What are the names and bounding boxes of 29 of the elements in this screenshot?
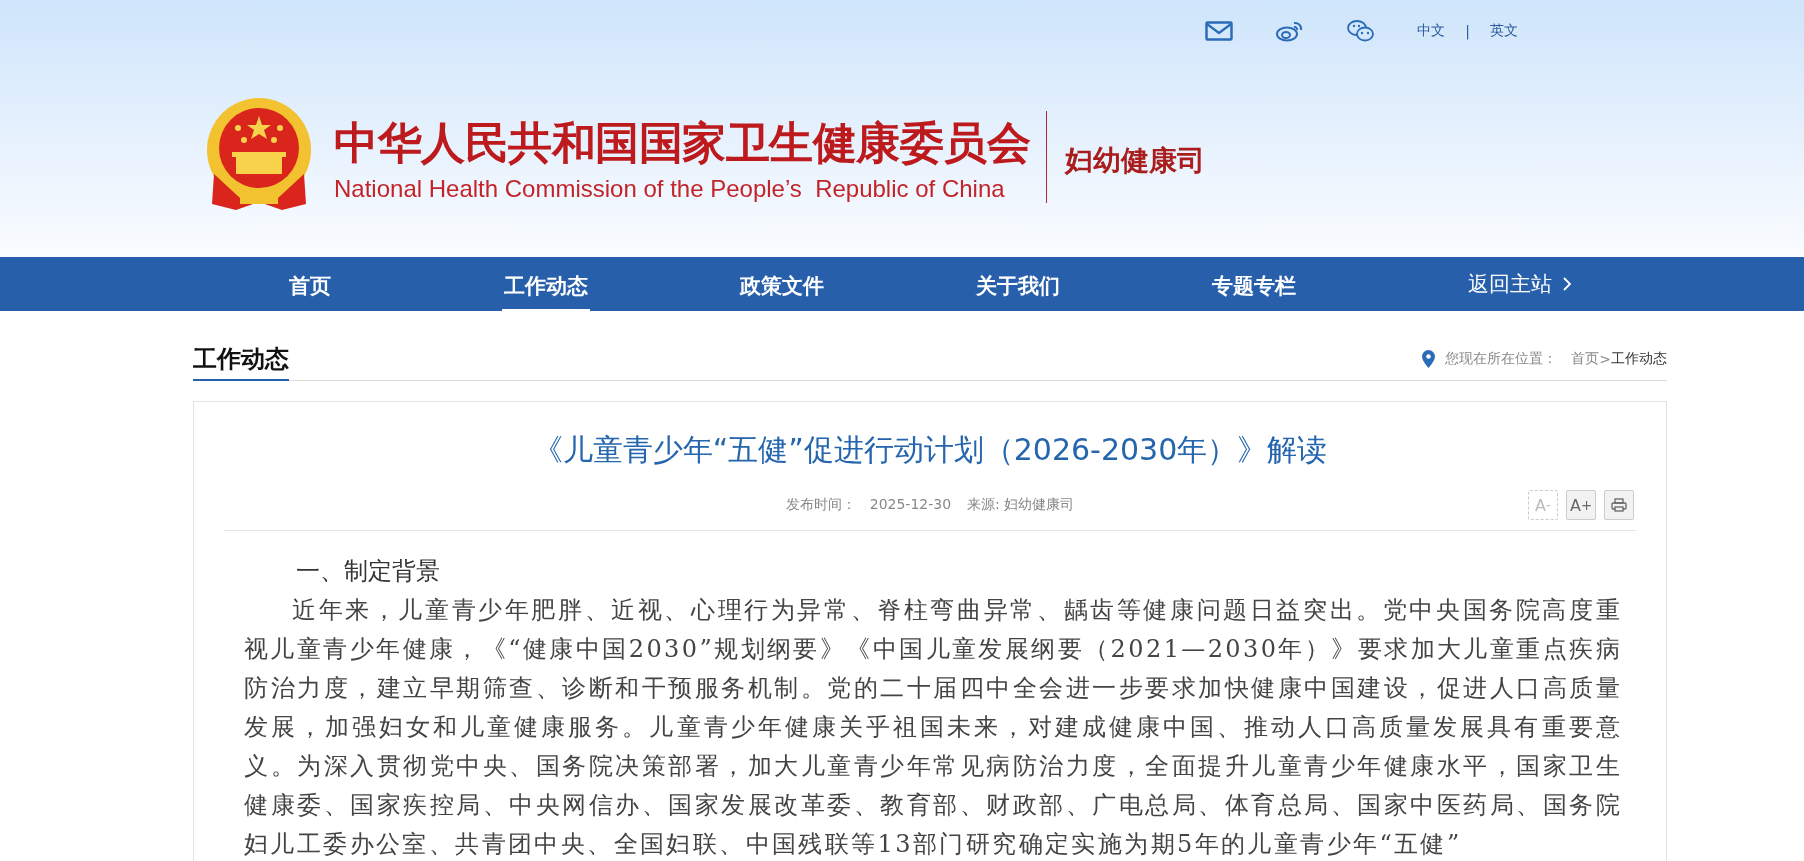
chevron-right-icon <box>1562 276 1572 292</box>
breadcrumb-current: 工作动态 <box>1611 350 1667 368</box>
language-link[interactable]: 中文 <box>1417 22 1446 40</box>
language-link[interactable]: 英文 <box>1490 22 1518 40</box>
nav-tab[interactable]: 关于我们 <box>974 261 1062 311</box>
site-subtitle: National Health Commission of the People’s Republic of China <box>334 175 1006 203</box>
return-link[interactable]: 返回主站 <box>1468 270 1552 298</box>
article-paragraph: 近年来，儿童青少年肥胖、近视、心理行为异常、脊柱弯曲异常、龋齿等健康问题日益突出。党中央国务院高度重视儿童青少年健康，《“健康中国2030”规划纲要》《中国儿童发展纲要（2021—2030年）》要求加大儿童重点疾病防治力度，建立早期筛查、诊断和干预服务机制。党的二十届四中全会进一步要求加快健康中国建设，促进人口高质量发展，加强妇女和儿童健康服务。儿童青少年健康关乎祖国未来，对建成健康中国、推动人口高质量发展具有重要意义。为深入贯彻党中央、国务院决策部署，加大儿童青少年常见病防治力度，全面提升儿童青少年健康水平，国家卫生健康委、国家疾控局、中央网信办、国家发展改革委、教育部、财政部、广电总局、体育总局、国家中医药局、国务院妇儿工委办公室、共青团中央、全国妇联、中国残联等13部门研究确定实施为期5年的儿童青少年“五健” <box>244 595 1622 860</box>
nav-tab[interactable]: 专题专栏 <box>1210 261 1298 311</box>
article-title: 《儿童青少年“五健”促进行动计划（2026-2030年）》解读 <box>531 431 1329 469</box>
separator: | <box>1465 23 1470 39</box>
nav-tab[interactable]: 政策文件 <box>738 261 826 311</box>
publish-date: 2025-12-30 <box>869 496 952 514</box>
article-source: 来源: 妇幼健康司 <box>967 496 1075 514</box>
nav-tab[interactable]: 工作动态 <box>502 261 590 311</box>
printer-icon <box>1611 498 1627 512</box>
breadcrumb-separator: > <box>1599 351 1611 367</box>
breadcrumb-link[interactable]: 首页 <box>1571 350 1600 368</box>
print-button[interactable] <box>1604 490 1634 520</box>
department-name: 妇幼健康司 <box>1065 143 1205 179</box>
location-pin-icon <box>1422 350 1436 368</box>
mail-icon[interactable] <box>1205 21 1234 41</box>
site-title: 中华人民共和国国家卫生健康委员会 <box>334 116 1030 170</box>
section-title: 工作动态 <box>193 343 289 381</box>
nav-tab[interactable]: 首页 <box>287 261 333 311</box>
wechat-icon[interactable] <box>1347 20 1376 42</box>
breadcrumb-label: 您现在所在位置： <box>1445 350 1558 368</box>
article-heading: 一、制定背景 <box>295 556 441 587</box>
publish-date-label: 发布时间： <box>785 496 856 514</box>
